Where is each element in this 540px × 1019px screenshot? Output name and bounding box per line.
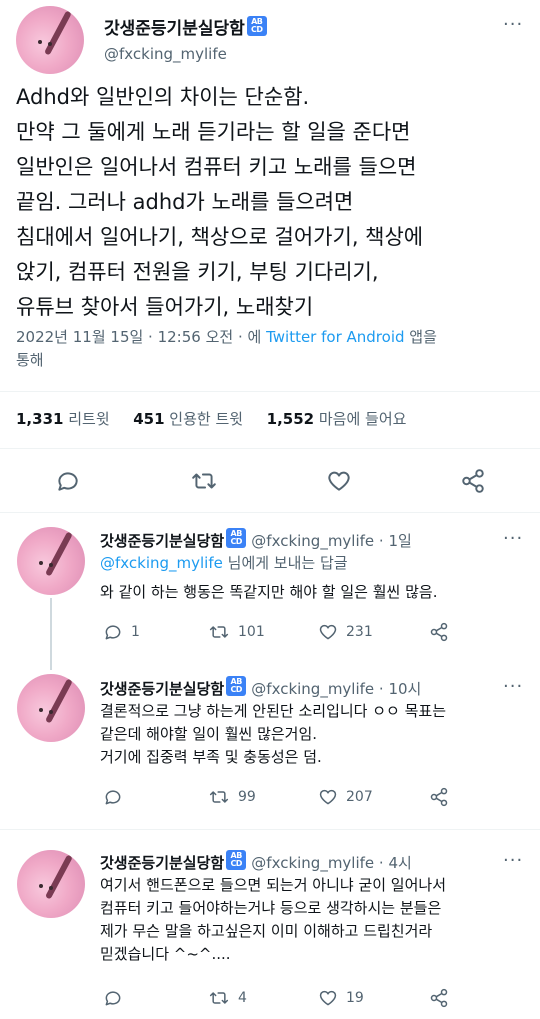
reply-line: 같은데 해야할 일이 훨씬 많은거임. <box>100 725 318 743</box>
tweet-line: 끝임. 그러나 adhd가 노래를 들으려면 <box>16 190 354 214</box>
reply-share-button[interactable] <box>429 787 449 807</box>
reply-line: 와 같이 하는 행동은 똑같지만 해야 할 일은 훨씬 많음. <box>100 583 438 601</box>
share-icon <box>462 469 484 493</box>
tweet-line: Adhd와 일반인의 차이는 단순함. <box>16 85 310 109</box>
reply-retweet-button[interactable]: 101 <box>208 622 265 642</box>
abcd-badge-icon: AB CD <box>246 16 267 36</box>
abcd-badge-icon: AB CD <box>226 528 247 548</box>
via-line2: 통해 <box>16 351 44 369</box>
more-options-icon[interactable]: ··· <box>503 14 523 35</box>
like-stat[interactable]: 1,552 마음에 들어요 <box>267 410 407 428</box>
reply-icon <box>58 472 78 491</box>
retweet-icon <box>209 992 229 1004</box>
reply-line: 여기서 핸드폰으로 들으면 되는거 아니냐 굳이 일어나서 <box>100 876 447 894</box>
reply-header: 갓생준등기분실당함 AB CD @fxcking_mylife · 4시 <box>100 850 412 873</box>
tweet-line: 침대에서 일어나기, 책상으로 걸어가기, 책상에 <box>16 225 424 249</box>
reply-reply-button[interactable]: 1 <box>103 622 140 642</box>
like-count: 207 <box>346 789 373 805</box>
reply-reply-button[interactable] <box>103 988 131 1008</box>
reply-like-button[interactable]: 19 <box>318 988 364 1008</box>
author-handle[interactable]: @fxcking_mylife <box>104 45 227 63</box>
reply-handle-time[interactable]: @fxcking_mylife · 1일 <box>251 532 412 550</box>
reply-avatar[interactable] <box>17 527 85 595</box>
retweet-count: 101 <box>238 624 265 640</box>
tweet-stats: 1,331 리트윗 451 인용한 트윗 1,552 마음에 들어요 <box>16 408 406 429</box>
replying-to-handle[interactable]: @fxcking_mylife <box>100 554 223 572</box>
reply-line: 거기에 집중력 부족 및 충동성은 덤. <box>100 748 322 766</box>
tweet-line: 일반인은 일어나서 컴퓨터 키고 노래를 들으면 <box>16 155 417 179</box>
reply-retweet-button[interactable]: 4 <box>208 988 247 1008</box>
display-name-text: 갓생준등기분실당함 <box>104 19 245 39</box>
share-icon <box>430 787 448 807</box>
heart-icon <box>319 990 337 1006</box>
reply-body: 와 같이 하는 행동은 똑같지만 해야 할 일은 훨씬 많음. <box>100 581 437 604</box>
retweet-icon <box>192 473 216 489</box>
reply-line: 결론적으로 그냥 하는게 안된단 소리입니다 ㅇㅇ 목표는 <box>100 702 447 720</box>
like-button[interactable] <box>326 468 352 494</box>
share-button[interactable] <box>460 468 486 494</box>
reply-icon <box>105 625 121 640</box>
replying-to: @fxcking_mylife 님에게 보내는 답글 <box>100 552 348 575</box>
share-icon <box>430 622 448 642</box>
reply-icon <box>105 991 121 1006</box>
retweet-icon <box>209 626 229 638</box>
reply-icon <box>105 790 121 805</box>
reply-like-button[interactable]: 207 <box>318 787 373 807</box>
retweet-icon <box>209 791 229 803</box>
reply-avatar[interactable] <box>17 850 85 918</box>
reply-reply-button[interactable] <box>103 787 131 807</box>
reply-header: 갓생준등기분실당함 AB CD @fxcking_mylife · 10시 <box>100 676 421 699</box>
via-suffix: 앱을 <box>409 328 437 346</box>
tweet-line: 앉기, 컴퓨터 전원을 키기, 부팅 기다리기, <box>16 260 379 284</box>
share-icon <box>430 988 448 1008</box>
retweet-count: 4 <box>238 990 247 1006</box>
reply-display-name[interactable]: 갓생준등기분실당함 <box>100 854 224 872</box>
reply-like-button[interactable]: 231 <box>318 622 373 642</box>
tweet-line: 만약 그 둘에게 노래 듣기라는 할 일을 준다면 <box>16 120 411 144</box>
retweet-stat[interactable]: 1,331 리트윗 <box>16 410 110 428</box>
reply-share-button[interactable] <box>429 988 449 1008</box>
author-avatar[interactable] <box>16 6 84 74</box>
reply-line: 제가 무슨 말을 하고싶은지 이미 이해하고 드립친거라 <box>100 922 433 940</box>
tweet-metadata: 2022년 11월 15일 · 12:56 오전 · 에 Twitter for… <box>16 326 526 372</box>
abcd-badge-icon: AB CD <box>226 676 247 696</box>
retweet-count: 99 <box>238 789 256 805</box>
quote-stat[interactable]: 451 인용한 트윗 <box>133 410 243 428</box>
reply-count: 1 <box>131 624 140 640</box>
reply-handle-time[interactable]: @fxcking_mylife · 10시 <box>251 680 421 698</box>
reply-header: 갓생준등기분실당함 AB CD @fxcking_mylife · 1일 <box>100 528 412 551</box>
heart-icon <box>319 624 337 640</box>
more-options-icon[interactable]: ··· <box>503 850 523 871</box>
more-options-icon[interactable]: ··· <box>503 676 523 697</box>
reply-display-name[interactable]: 갓생준등기분실당함 <box>100 532 224 550</box>
thread-line <box>50 598 52 670</box>
reply-line: 믿겠습니다 ^~^.... <box>100 945 231 963</box>
like-count: 231 <box>346 624 373 640</box>
reply-display-name[interactable]: 갓생준등기분실당함 <box>100 680 224 698</box>
reply-avatar[interactable] <box>17 674 85 742</box>
reply-body: 여기서 핸드폰으로 들으면 되는거 아니냐 굳이 일어나서 컴퓨터 키고 들어야… <box>100 874 446 966</box>
like-count: 19 <box>346 990 364 1006</box>
abcd-badge-icon: AB CD <box>226 850 247 870</box>
heart-icon <box>328 471 350 491</box>
tweet-line: 유튜브 찾아서 들어가기, 노래찾기 <box>16 295 314 319</box>
tweet-source-link[interactable]: Twitter for Android <box>266 328 404 346</box>
reply-handle-time[interactable]: @fxcking_mylife · 4시 <box>251 854 412 872</box>
reply-retweet-button[interactable]: 99 <box>208 787 256 807</box>
retweet-button[interactable] <box>190 468 218 494</box>
more-options-icon[interactable]: ··· <box>503 528 523 549</box>
reply-line: 컴퓨터 키고 들어야하는거냐 등으로 생각하시는 분들은 <box>100 899 442 917</box>
reply-body: 결론적으로 그냥 하는게 안된단 소리입니다 ㅇㅇ 목표는 같은데 해야할 일이… <box>100 700 446 769</box>
reply-button[interactable] <box>55 468 81 494</box>
reply-share-button[interactable] <box>429 622 449 642</box>
tweet-body: Adhd와 일반인의 차이는 단순함. 만약 그 둘에게 노래 듣기라는 할 일… <box>16 80 423 325</box>
heart-icon <box>319 789 337 805</box>
author-display-name[interactable]: 갓생준등기분실당함 AB CD <box>104 14 267 39</box>
tweet-timestamp[interactable]: 2022년 11월 15일 · 12:56 오전 · 에 <box>16 328 261 346</box>
replying-to-suffix: 님에게 보내는 답글 <box>227 554 348 572</box>
